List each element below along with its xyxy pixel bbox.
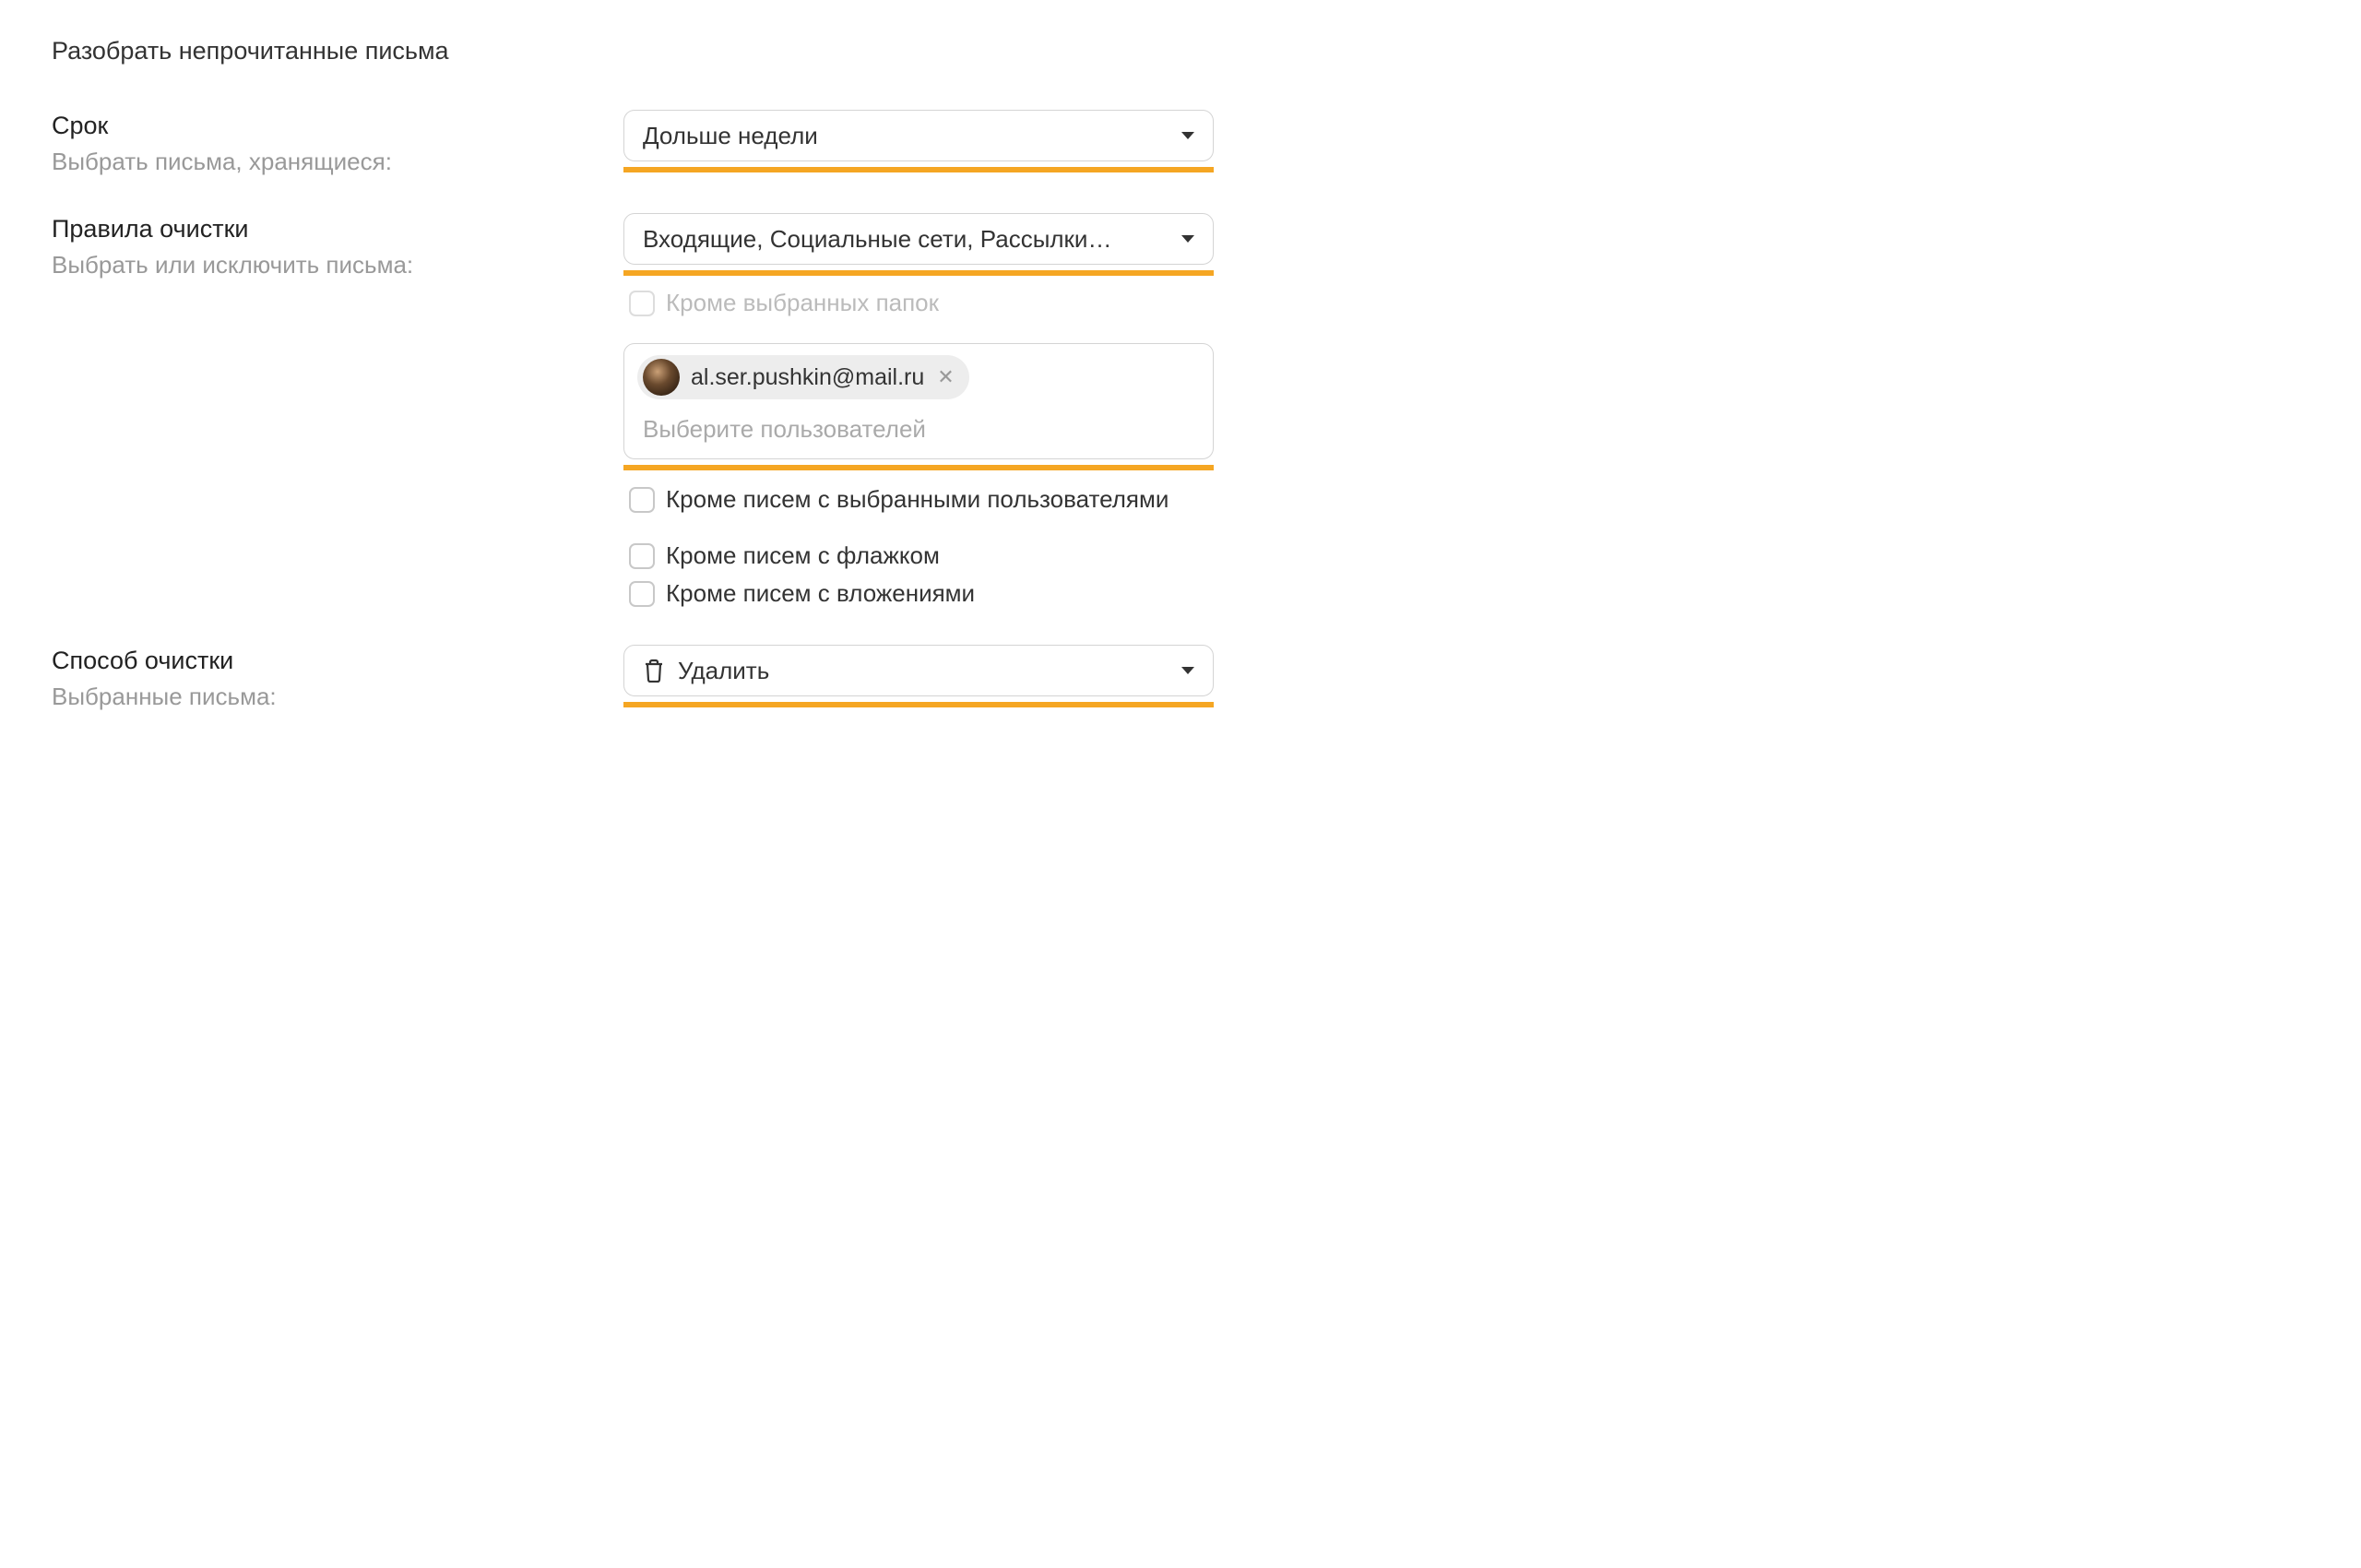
users-input-box[interactable]: al.ser.pushkin@mail.ru ✕ Выберите пользо… [623,343,1214,459]
page-title: Разобрать непрочитанные письма [52,37,2309,65]
rules-heading: Правила очистки [52,215,623,244]
remove-user-icon[interactable]: ✕ [935,365,955,389]
user-chip: al.ser.pushkin@mail.ru ✕ [637,355,969,399]
chevron-down-icon [1181,132,1194,139]
period-select[interactable]: Дольше недели [623,110,1214,161]
avatar [643,359,680,396]
chevron-down-icon [1181,667,1194,674]
section-period: Срок Выбрать письма, хранящиеся: Дольше … [52,110,2309,176]
except-folders-row: Кроме выбранных папок [629,289,1214,317]
except-users-checkbox[interactable] [629,487,655,513]
except-attach-label: Кроме писем с вложениями [666,579,975,608]
chevron-down-icon [1181,235,1194,243]
section-method: Способ очистки Выбранные письма: Удалить [52,645,2309,711]
trash-icon [643,659,665,683]
except-folders-label: Кроме выбранных папок [666,289,939,317]
user-chip-email: al.ser.pushkin@mail.ru [691,364,924,391]
period-heading: Срок [52,112,623,140]
method-heading: Способ очистки [52,647,623,675]
method-select-value: Удалить [678,657,1181,685]
section-rules: Правила очистки Выбрать или исключить пи… [52,213,2309,608]
highlight-bar [623,270,1214,276]
except-attach-row: Кроме писем с вложениями [629,579,1214,608]
method-select[interactable]: Удалить [623,645,1214,696]
period-sub: Выбрать письма, хранящиеся: [52,148,623,176]
period-select-value: Дольше недели [643,122,1181,150]
except-folders-checkbox[interactable] [629,291,655,316]
except-attach-checkbox[interactable] [629,581,655,607]
folders-select-value: Входящие, Социальные сети, Рассылки… [643,225,1181,254]
except-flag-checkbox[interactable] [629,543,655,569]
rules-sub: Выбрать или исключить письма: [52,251,623,279]
method-sub: Выбранные письма: [52,683,623,711]
except-users-row: Кроме писем с выбранными пользователями [629,483,1214,516]
folders-select[interactable]: Входящие, Социальные сети, Рассылки… [623,213,1214,265]
except-flag-row: Кроме писем с флажком [629,541,1214,570]
except-flag-label: Кроме писем с флажком [666,541,940,570]
users-placeholder: Выберите пользователей [637,402,1200,449]
highlight-bar [623,465,1214,470]
highlight-bar [623,167,1214,172]
except-users-label: Кроме писем с выбранными пользователями [666,483,1169,516]
highlight-bar [623,702,1214,707]
